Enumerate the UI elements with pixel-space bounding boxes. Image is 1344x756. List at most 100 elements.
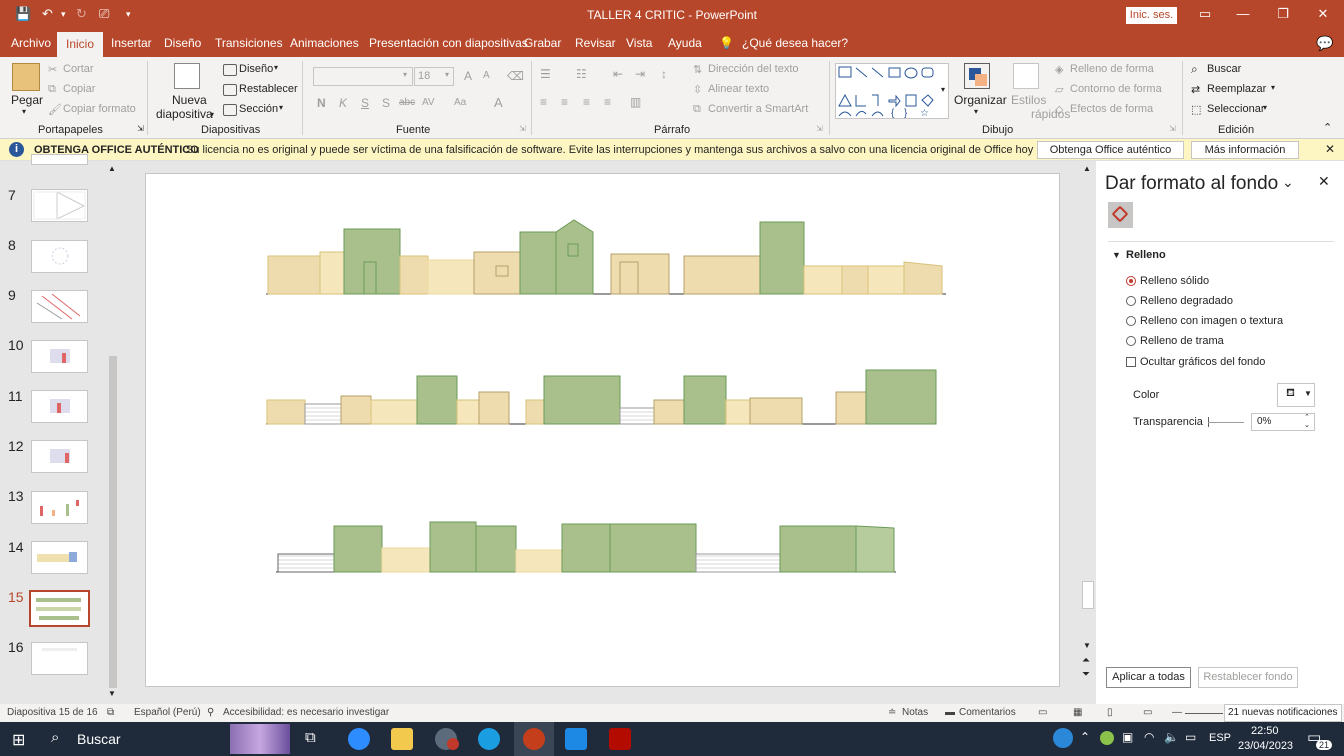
label-picture-fill[interactable]: Relleno con imagen o textura [1140,315,1283,327]
cut-button[interactable]: Cortar [63,63,94,75]
bold-button[interactable]: N [317,96,326,110]
task-view-icon[interactable]: ⧉ [305,729,316,746]
transparency-spinner[interactable]: 0% ⌃ ⌄ [1251,413,1315,431]
paste-icon[interactable] [12,63,40,91]
tray-chevron-icon[interactable]: ⌃ [1080,730,1090,744]
numbering-icon[interactable]: ☷ [576,67,587,81]
arrange-icon[interactable] [964,63,990,89]
font-color-button[interactable]: A [494,95,503,110]
shapes-gallery[interactable]: { } ☆ [835,63,949,119]
justify-icon[interactable]: ≡ [604,95,611,109]
slide-thumbnail-15-selected[interactable] [29,590,90,627]
tray-app-icon[interactable] [1100,731,1114,745]
scroll-down-icon[interactable]: ▼ [1083,641,1091,650]
drawing-launcher-icon[interactable]: ⇲ [1169,124,1176,133]
label-gradient-fill[interactable]: Relleno degradado [1140,295,1233,307]
tab-diseno[interactable]: Diseño [164,36,201,50]
close-button[interactable]: ✕ [1308,6,1338,22]
scroll-down-icon[interactable]: ▼ [108,689,116,698]
shape-effects-icon[interactable]: ◇ [1055,103,1063,116]
pane-options-chevron-icon[interactable]: ⌄ [1282,174,1294,191]
paragraph-launcher-icon[interactable]: ⇲ [816,124,823,133]
new-slide-dropdown-icon[interactable]: ▾ [210,110,214,119]
zoom-slider[interactable] [1185,713,1223,714]
ribbon-display-icon[interactable]: ▭ [1190,6,1220,22]
format-painter-button[interactable]: Copiar formato [63,103,136,115]
radio-picture-fill[interactable] [1126,316,1136,326]
paste-dropdown-icon[interactable]: ▾ [22,107,26,116]
label-pattern-fill[interactable]: Relleno de trama [1140,335,1224,347]
slide-thumbnail-8[interactable] [31,240,88,273]
select-button[interactable]: Seleccionar [1207,103,1264,115]
close-message-icon[interactable]: ✕ [1325,142,1335,156]
shapes-more-icon[interactable]: ▾ [941,85,945,94]
arrange-dropdown-icon[interactable]: ▾ [974,107,978,116]
paste-button[interactable]: Pegar [11,93,43,107]
align-center-icon[interactable]: ≡ [561,95,568,109]
slide-canvas[interactable] [145,173,1060,687]
columns-icon[interactable]: ▥ [630,95,641,109]
file-explorer-icon[interactable] [391,728,413,750]
collapse-ribbon-icon[interactable]: ⌃ [1323,121,1332,134]
reset-icon[interactable] [223,84,237,96]
tab-ayuda[interactable]: Ayuda [668,36,702,50]
wifi-icon[interactable]: ◠ [1144,730,1154,744]
increase-indent-icon[interactable]: ⇥ [635,67,645,81]
replace-button[interactable]: Reemplazar [1207,83,1266,95]
pane-close-icon[interactable]: ✕ [1318,173,1330,190]
battery-icon[interactable]: ▭ [1185,730,1196,744]
scroll-up-icon[interactable]: ▲ [108,164,116,173]
font-size-dropdown-icon[interactable]: ▾ [445,70,449,79]
tab-grabar[interactable]: Grabar [524,36,561,50]
format-painter-icon[interactable]: 🖌 [48,103,62,116]
font-launcher-icon[interactable]: ⇲ [519,124,526,133]
taskbar-search[interactable]: Buscar [77,731,121,747]
shape-outline-icon[interactable]: ▱ [1055,83,1063,96]
get-genuine-office-button[interactable]: Obtenga Office auténtico [1037,141,1184,159]
app-with-badge-icon[interactable] [435,728,459,750]
notes-button[interactable]: Notas [902,707,928,718]
language-indicator[interactable]: Español (Perú) [134,707,201,718]
reset-button[interactable]: Restablecer [239,83,298,95]
new-slide-icon[interactable] [174,63,200,89]
scroll-thumb[interactable] [1082,581,1094,609]
bullets-icon[interactable]: ☰ [540,67,551,81]
clock-date[interactable]: 23/04/2023 [1238,740,1293,752]
label-solid-fill[interactable]: Relleno sólido [1140,275,1209,287]
layout-button[interactable]: Diseño [239,63,273,75]
slide-thumbnail-14[interactable] [31,541,88,574]
more-info-button[interactable]: Más información [1191,141,1299,159]
radio-gradient-fill[interactable] [1126,296,1136,306]
decrease-indent-icon[interactable]: ⇤ [613,67,623,81]
section-icon[interactable] [223,104,237,116]
slide-thumbnail-16[interactable] [31,642,88,675]
comments-icon[interactable]: 💬 [1316,35,1333,52]
minimize-button[interactable]: — [1228,6,1258,21]
text-direction-icon[interactable]: ⇅ [693,63,702,76]
previous-slide-icon[interactable]: ⏶ [1082,655,1090,666]
photos-app-icon[interactable] [565,728,587,750]
align-text-icon[interactable]: ⇳ [693,83,702,96]
align-text-button[interactable]: Alinear texto [708,83,769,95]
radio-pattern-fill[interactable] [1126,336,1136,346]
spin-up-icon[interactable]: ⌃ [1304,413,1310,421]
shape-outline-button[interactable]: Contorno de forma [1070,83,1162,95]
slide-thumbnail[interactable] [31,154,88,165]
transparency-slider-track[interactable] [1208,422,1244,423]
comments-status-icon[interactable]: ▬ [945,707,955,718]
tray-network-icon[interactable]: ▣ [1122,730,1133,744]
clipboard-launcher-icon[interactable]: ⇲ [137,124,144,133]
section-relleno[interactable]: Relleno [1126,249,1166,261]
tab-archivo[interactable]: Archivo [11,36,51,50]
char-spacing-button[interactable]: AV [422,97,435,108]
slide-thumbnail-7[interactable] [31,189,88,222]
copy-icon[interactable]: ⧉ [48,83,56,96]
accessibility-icon[interactable]: ⚲ [207,707,214,718]
zoom-out-icon[interactable]: — [1172,707,1182,718]
replace-dropdown-icon[interactable]: ▾ [1271,83,1275,92]
font-name-combo[interactable] [313,67,413,86]
normal-view-icon[interactable]: ▭ [1038,707,1047,718]
replace-icon[interactable]: ⇄ [1191,83,1200,96]
decrease-font-icon[interactable]: A [483,70,490,81]
taskbar-search-icon[interactable]: ⌕ [51,729,59,746]
